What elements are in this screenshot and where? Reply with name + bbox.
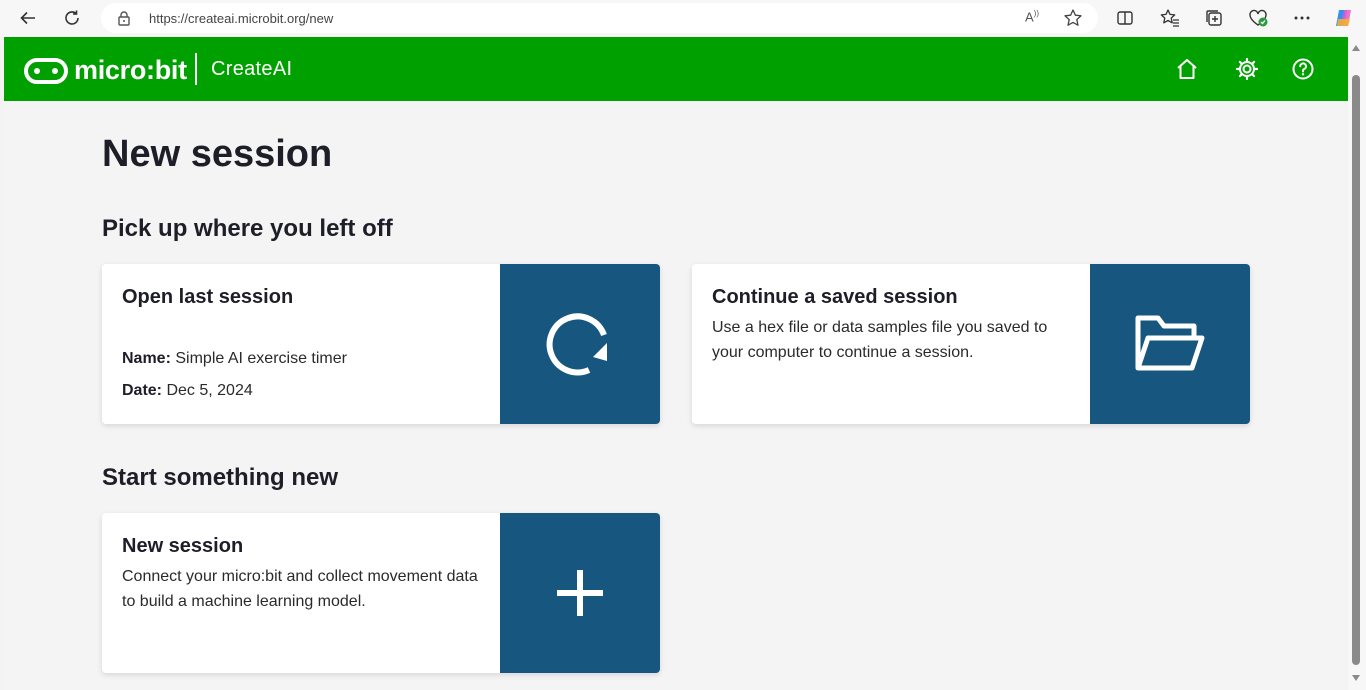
logo[interactable]: micro:bit CreateAI	[24, 53, 292, 86]
url-text[interactable]: https://createai.microbit.org/new	[149, 11, 333, 26]
read-aloud-icon[interactable]: A))	[1025, 9, 1039, 24]
help-button[interactable]	[1289, 55, 1317, 83]
scrollbar-thumb[interactable]	[1352, 75, 1360, 665]
card-icon-panel	[1090, 264, 1250, 424]
card-title: Continue a saved session	[712, 286, 958, 308]
page-viewport: micro:bit CreateAI New session Pick up w…	[4, 37, 1348, 690]
session-date-label: Date:	[122, 382, 163, 399]
plus-icon	[557, 570, 603, 616]
help-icon	[1292, 58, 1314, 80]
card-icon-panel	[500, 264, 660, 424]
folder-open-icon	[1135, 315, 1205, 371]
new-session-card[interactable]: New session Connect your micro:bit and c…	[102, 513, 660, 673]
refresh-icon	[546, 313, 607, 376]
logo-text: micro:bit	[74, 55, 187, 85]
more-menu-icon[interactable]	[1289, 5, 1315, 31]
home-button[interactable]	[1173, 55, 1201, 83]
scroll-up-arrow-icon[interactable]	[1352, 45, 1360, 51]
card-title: New session	[122, 535, 244, 557]
collections-icon[interactable]	[1201, 5, 1227, 31]
session-name-value: Simple AI exercise timer	[175, 350, 347, 367]
card-description: Use a hex file or data samples file you …	[712, 319, 1048, 361]
favorite-star-icon[interactable]	[1063, 8, 1083, 28]
scroll-down-arrow-icon[interactable]	[1352, 675, 1360, 681]
section-heading-resume: Pick up where you left off	[102, 215, 393, 242]
favorites-icon[interactable]	[1157, 5, 1183, 31]
address-bar[interactable]: https://createai.microbit.org/new A))	[101, 3, 1098, 33]
logo-divider	[195, 53, 197, 85]
session-date-value: Dec 5, 2024	[166, 382, 253, 399]
settings-button[interactable]	[1233, 55, 1261, 83]
back-arrow-icon	[20, 11, 35, 25]
session-name: Name: Simple AI exercise timer	[122, 350, 347, 368]
session-date: Date: Dec 5, 2024	[122, 382, 253, 400]
browser-toolbar: https://createai.microbit.org/new A))	[0, 0, 1366, 37]
card-title: Open last session	[122, 286, 294, 308]
session-name-label: Name:	[122, 350, 171, 367]
vertical-scrollbar[interactable]	[1348, 37, 1366, 690]
continue-saved-session-card[interactable]: Continue a saved session Use a hex file …	[692, 264, 1250, 424]
browser-essentials-icon[interactable]	[1245, 5, 1271, 31]
card-icon-panel	[500, 513, 660, 673]
home-icon	[1177, 59, 1197, 79]
copilot-icon[interactable]	[1331, 5, 1357, 31]
split-screen-icon[interactable]	[1112, 5, 1138, 31]
product-name: CreateAI	[211, 58, 293, 80]
lock-icon	[118, 11, 130, 26]
section-heading-new: Start something new	[102, 464, 339, 491]
refresh-button[interactable]	[57, 4, 87, 32]
open-last-session-card[interactable]: Open last session Name: Simple AI exerci…	[102, 264, 660, 424]
refresh-icon	[65, 10, 79, 25]
gear-icon	[1235, 57, 1259, 81]
app-header: micro:bit CreateAI	[4, 37, 1348, 101]
microbit-logo-icon	[24, 57, 68, 84]
card-description: Connect your micro:bit and collect movem…	[122, 568, 478, 610]
back-button[interactable]	[13, 4, 43, 32]
page-title: New session	[102, 133, 333, 175]
